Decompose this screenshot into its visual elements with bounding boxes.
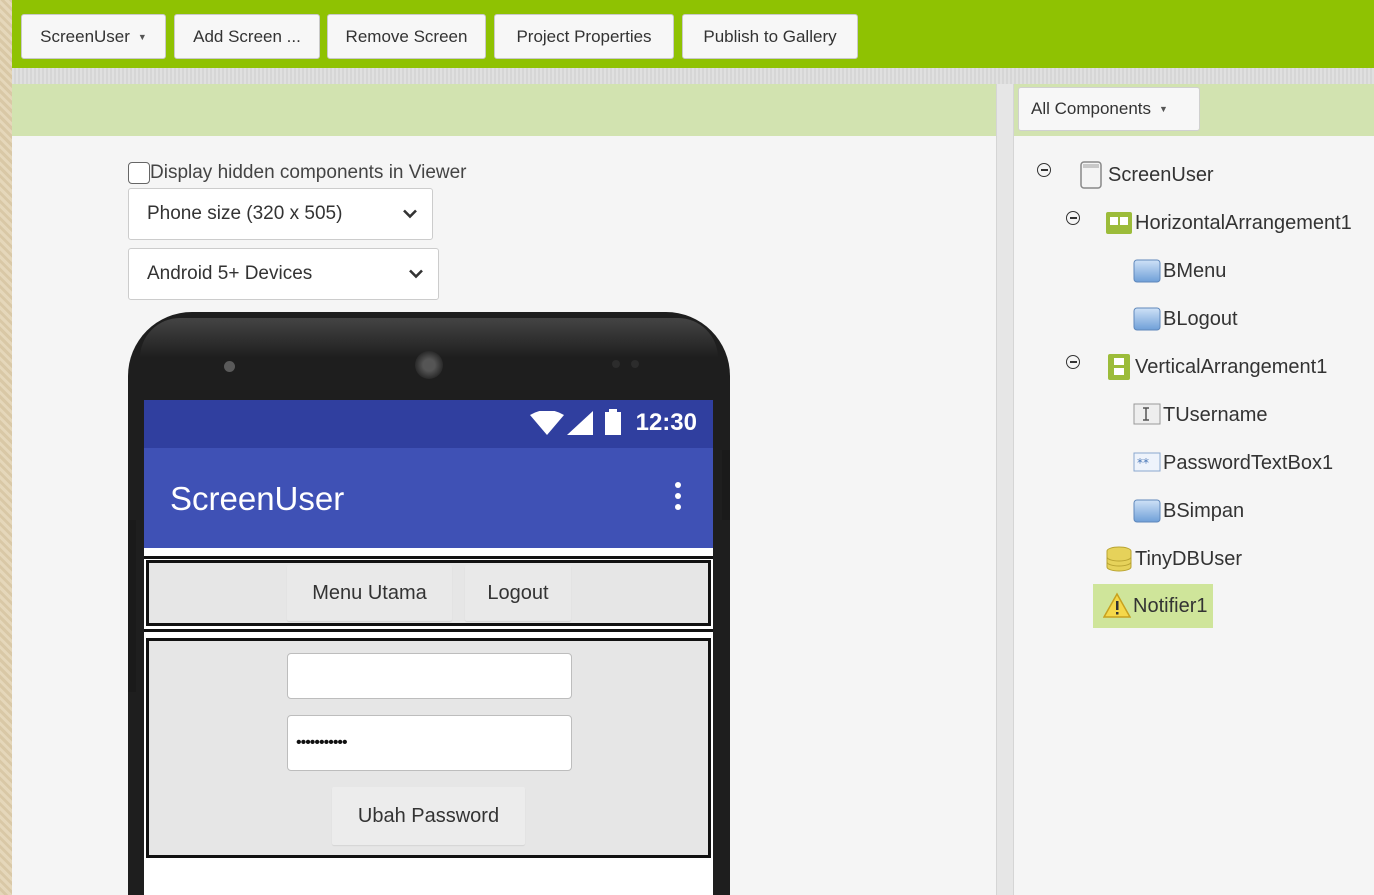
app-bar: ScreenUser — [144, 448, 713, 548]
phone-size-select[interactable]: Phone size (320 x 505) — [128, 188, 433, 240]
status-time: 12:30 — [635, 409, 697, 436]
tree-item-notifier1[interactable]: Notifier1 — [1093, 584, 1214, 628]
tree-item-label: TUsername — [1163, 403, 1268, 426]
add-screen-button[interactable]: Add Screen ... — [174, 14, 320, 59]
display-hidden-row[interactable]: Display hidden components in Viewer — [128, 160, 467, 186]
phone-sensor-icon — [631, 360, 639, 368]
phone-speaker-icon — [415, 351, 443, 379]
screen-dropdown-label: ScreenUser — [40, 26, 130, 46]
arrangement-border — [144, 556, 713, 559]
menu-utama-button[interactable]: Menu Utama — [287, 565, 452, 621]
tree-item-label: ScreenUser — [1108, 163, 1214, 186]
remove-screen-button[interactable]: Remove Screen — [327, 14, 486, 59]
phone-sensor-icon — [612, 360, 620, 368]
tree-item-bsimpan[interactable]: BSimpan — [1133, 494, 1244, 528]
parchment-background — [0, 0, 12, 895]
password-textbox-icon: ** — [1133, 452, 1161, 472]
logout-button[interactable]: Logout — [465, 565, 571, 621]
chevron-down-icon — [403, 209, 417, 219]
device-select[interactable]: Android 5+ Devices — [128, 248, 439, 300]
app-title: ScreenUser — [170, 480, 345, 517]
display-hidden-label: Display hidden components in Viewer — [150, 162, 467, 183]
tree-item-tinydbuser[interactable]: TinyDBUser — [1105, 542, 1242, 576]
phone-size-value: Phone size (320 x 505) — [147, 203, 343, 224]
username-input[interactable] — [287, 653, 572, 699]
screen-icon — [1080, 161, 1102, 189]
tree-item-blogout[interactable]: BLogout — [1133, 302, 1238, 336]
button-icon — [1133, 499, 1161, 523]
phone-sensor-icon — [224, 361, 235, 372]
warning-icon — [1103, 592, 1131, 618]
tree-item-verticalarrangement1[interactable]: VerticalArrangement1 — [1105, 350, 1327, 384]
phone-side-button — [722, 450, 730, 520]
password-input[interactable]: ••••••••••• — [287, 715, 572, 771]
toolbar-separator — [12, 68, 1374, 84]
arrangement-border — [144, 629, 713, 632]
tree-item-label: BSimpan — [1163, 499, 1245, 522]
project-properties-button[interactable]: Project Properties — [494, 14, 674, 59]
battery-icon — [605, 409, 621, 435]
tree-item-label: PasswordTextBox1 — [1163, 451, 1334, 474]
vertical-arrangement[interactable]: ••••••••••• Ubah Password — [146, 638, 711, 858]
publish-gallery-button[interactable]: Publish to Gallery — [682, 14, 858, 59]
tree-item-label: Notifier1 — [1133, 594, 1208, 617]
tree-item-screenuser[interactable]: ScreenUser — [1078, 158, 1214, 192]
caret-down-icon: ▼ — [137, 31, 147, 42]
screen-dropdown-button[interactable]: ScreenUser ▼ — [21, 14, 166, 59]
tree-item-label: HorizontalArrangement1 — [1135, 211, 1352, 234]
collapse-toggle-icon[interactable] — [1066, 211, 1080, 225]
overflow-menu-icon[interactable] — [675, 482, 683, 515]
chevron-down-icon — [409, 269, 423, 279]
tree-item-tusername[interactable]: TUsername — [1133, 398, 1267, 432]
tree-item-label: BMenu — [1163, 259, 1227, 282]
status-bar: 12:30 — [144, 400, 713, 448]
database-icon — [1106, 546, 1132, 572]
panel-divider — [996, 84, 1014, 895]
ubah-password-button[interactable]: Ubah Password — [332, 787, 525, 845]
all-components-dropdown[interactable]: All Components ▼ — [1018, 87, 1200, 131]
button-icon — [1133, 307, 1161, 331]
tree-item-bmenu[interactable]: BMenu — [1133, 254, 1226, 288]
horizontal-arrangement-icon — [1106, 212, 1132, 234]
tree-item-label: VerticalArrangement1 — [1135, 355, 1328, 378]
collapse-toggle-icon[interactable] — [1066, 355, 1080, 369]
tree-item-label: BLogout — [1163, 307, 1238, 330]
all-components-label: All Components — [1031, 99, 1152, 118]
wifi-icon — [530, 411, 564, 435]
textbox-icon — [1133, 403, 1161, 425]
phone-side-button — [128, 520, 136, 692]
tree-item-horizontalarrangement1[interactable]: HorizontalArrangement1 — [1105, 206, 1352, 240]
horizontal-arrangement[interactable]: Menu Utama Logout — [146, 560, 711, 626]
caret-down-icon: ▼ — [1159, 104, 1168, 114]
button-icon — [1133, 259, 1161, 283]
tree-item-label: TinyDBUser — [1135, 547, 1243, 570]
tree-item-passwordtextbox1[interactable]: ** PasswordTextBox1 — [1133, 446, 1333, 480]
device-value: Android 5+ Devices — [147, 263, 313, 284]
vertical-arrangement-icon — [1108, 354, 1130, 380]
display-hidden-checkbox[interactable] — [128, 162, 150, 184]
phone-screen: 12:30 ScreenUser Menu Utama Logout •••••… — [144, 400, 713, 895]
viewer-header — [12, 84, 996, 136]
signal-icon — [567, 411, 593, 435]
collapse-toggle-icon[interactable] — [1037, 163, 1051, 177]
svg-text:**: ** — [1137, 456, 1149, 470]
